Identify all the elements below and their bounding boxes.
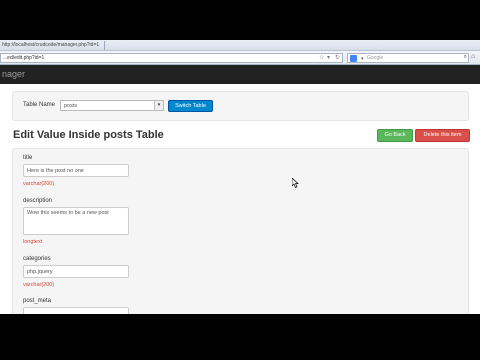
delete-item-button[interactable]: Delete this item [415,129,470,142]
switch-table-button[interactable]: Switch Table [168,100,213,112]
table-name-select[interactable]: posts ▾ [60,100,164,111]
edit-form: title Here is the post no one varchar(20… [12,148,469,314]
go-back-button[interactable]: Go Back [377,129,413,142]
table-name-label: Table Name [23,102,56,108]
field-type-title: varchar(200) [23,181,55,187]
categories-input[interactable]: php,jquery [23,265,129,278]
table-selector-panel: Table Name posts ▾ Switch Table [12,91,469,121]
search-icon[interactable]: ⌕ [464,54,467,61]
page-title: Edit Value Inside posts Table [13,129,164,141]
reload-icon[interactable]: ↻ [335,54,340,61]
page-content: Table Name posts ▾ Switch Table Edit Val… [0,84,480,314]
letterbox-bottom [0,314,480,360]
address-url: ...ed/edit.php?id=1 [3,55,45,61]
dropdown-icon[interactable]: ▾ [327,54,330,61]
field-label-categories: categories [23,256,51,262]
field-type-categories: varchar(200) [23,282,55,288]
description-textarea[interactable]: Wow this seems to be a new post [23,207,129,235]
mouse-cursor-icon [292,178,299,188]
home-icon[interactable]: ⌂ [471,53,475,60]
address-bar[interactable]: ...ed/edit.php?id=1 ☆ ▾ ↻ [0,53,343,63]
title-input[interactable]: Here is the post no one [23,164,129,177]
search-engine-dropdown-icon[interactable]: ▾ [361,56,364,62]
bookmark-star-icon[interactable]: ☆ [319,54,324,61]
search-box[interactable]: ▾ Google ⌕ [347,53,469,63]
screen: http://localhost/crudcode/manager.php?id… [0,0,480,360]
field-label-post-meta: post_meta [23,298,52,304]
google-icon [350,55,357,62]
field-label-title: title [23,155,33,161]
browser-toolbar: ...ed/edit.php?id=1 ☆ ▾ ↻ ▾ Google ⌕ ⌂ [0,51,480,65]
search-placeholder: Google [367,55,384,61]
field-label-description: description [23,198,53,204]
select-arrow-icon[interactable]: ▾ [154,101,163,110]
field-type-description: longtext [23,239,43,245]
table-name-value: posts [64,103,78,109]
title-url: http://localhost/crudcode/manager.php?id… [2,42,100,48]
tab-divider [104,41,105,50]
app-navbar: nager [0,65,480,84]
brand[interactable]: nager [2,69,25,79]
post-meta-input[interactable] [23,307,129,314]
browser-title-bar: http://localhost/crudcode/manager.php?id… [0,40,480,51]
